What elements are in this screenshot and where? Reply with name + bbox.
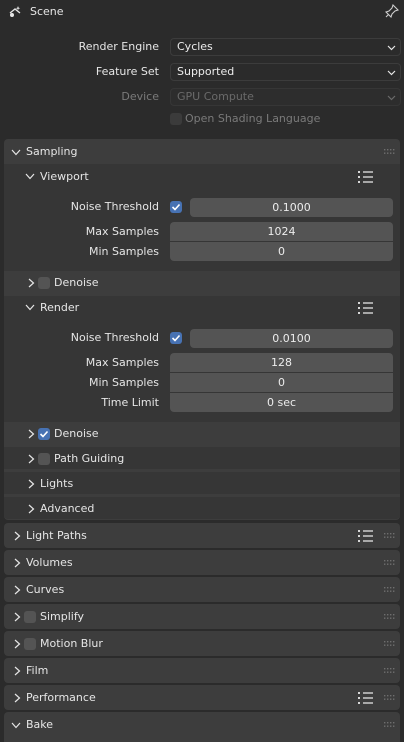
- drag-grip-icon[interactable]: [384, 668, 397, 674]
- chevron-right-icon[interactable]: [13, 558, 22, 568]
- render-engine-value: Cycles: [177, 40, 213, 53]
- motion-blur-title[interactable]: Motion Blur: [40, 631, 103, 656]
- viewport-min-samples-field[interactable]: 0: [170, 242, 393, 261]
- drag-grip-icon[interactable]: [384, 695, 397, 701]
- viewport-noise-threshold-checkbox[interactable]: [170, 201, 182, 213]
- drag-grip-icon[interactable]: [384, 560, 397, 566]
- drag-grip-icon[interactable]: [384, 149, 397, 155]
- chevron-right-icon[interactable]: [13, 639, 22, 649]
- chevron-down-icon[interactable]: [11, 721, 21, 730]
- bake-panel[interactable]: Bake: [4, 712, 400, 742]
- render-denoise-checkbox[interactable]: [38, 428, 50, 440]
- path-guiding-label[interactable]: Path Guiding: [54, 452, 124, 466]
- chevron-right-icon[interactable]: [13, 612, 22, 622]
- chevron-right-icon[interactable]: [27, 504, 36, 514]
- simplify-checkbox[interactable]: [24, 611, 36, 623]
- motion-blur-panel[interactable]: Motion Blur: [4, 631, 400, 656]
- lights-label[interactable]: Lights: [40, 477, 73, 491]
- simplify-panel[interactable]: Simplify: [4, 604, 400, 629]
- feature-set-dropdown[interactable]: Supported: [170, 63, 401, 81]
- render-denoise-label[interactable]: Denoise: [54, 427, 99, 441]
- chevron-right-icon[interactable]: [27, 278, 36, 288]
- render-noise-threshold-label: Noise Threshold: [70, 331, 159, 344]
- volumes-title[interactable]: Volumes: [26, 550, 73, 575]
- chevron-right-icon[interactable]: [27, 479, 36, 489]
- curves-title[interactable]: Curves: [26, 577, 64, 602]
- render-time-limit-field[interactable]: 0 sec: [170, 393, 393, 412]
- list-icon[interactable]: [358, 529, 374, 543]
- viewport-denoise-checkbox[interactable]: [38, 277, 50, 289]
- film-title[interactable]: Film: [26, 658, 48, 683]
- chevron-right-icon[interactable]: [27, 429, 36, 439]
- chevron-right-icon[interactable]: [13, 585, 22, 595]
- drag-grip-icon[interactable]: [384, 614, 397, 620]
- motion-blur-checkbox[interactable]: [24, 638, 36, 650]
- viewport-noise-threshold-label: Noise Threshold: [70, 200, 159, 213]
- render-title[interactable]: Render: [40, 295, 79, 320]
- feature-set-value: Supported: [177, 65, 235, 78]
- chevron-down-icon[interactable]: [25, 303, 35, 312]
- list-icon[interactable]: [358, 170, 374, 184]
- chevron-right-icon[interactable]: [13, 531, 22, 541]
- chevron-right-icon[interactable]: [27, 454, 36, 464]
- render-engine-dropdown[interactable]: Cycles: [170, 38, 401, 56]
- viewport-noise-threshold-field[interactable]: 0.1000: [190, 198, 393, 217]
- chevron-down-icon[interactable]: [11, 148, 21, 157]
- list-icon[interactable]: [358, 691, 374, 705]
- osl-checkbox[interactable]: [170, 113, 182, 125]
- curves-panel[interactable]: Curves: [4, 577, 400, 602]
- chevron-down-icon[interactable]: [25, 172, 35, 181]
- drag-grip-icon[interactable]: [384, 533, 397, 539]
- viewport-max-samples-label: Max Samples: [85, 225, 159, 238]
- bake-title[interactable]: Bake: [26, 712, 53, 737]
- performance-panel[interactable]: Performance: [4, 685, 400, 710]
- volumes-panel[interactable]: Volumes: [4, 550, 400, 575]
- render-noise-threshold-field[interactable]: 0.0100: [190, 329, 393, 348]
- device-value: GPU Compute: [177, 90, 254, 103]
- drag-grip-icon[interactable]: [384, 722, 397, 728]
- scene-icon: [7, 4, 23, 20]
- chevron-down-icon: [387, 43, 396, 52]
- viewport-max-samples-field[interactable]: 1024: [170, 222, 393, 241]
- list-icon[interactable]: [358, 301, 374, 315]
- drag-grip-icon[interactable]: [384, 587, 397, 593]
- device-label: Device: [121, 90, 159, 103]
- performance-title[interactable]: Performance: [26, 685, 96, 710]
- viewport-min-samples-label: Min Samples: [89, 245, 159, 258]
- osl-label: Open Shading Language: [185, 112, 321, 125]
- chevron-right-icon[interactable]: [13, 666, 22, 676]
- chevron-down-icon: [387, 93, 396, 102]
- render-engine-label: Render Engine: [78, 40, 159, 53]
- render-min-samples-label: Min Samples: [89, 376, 159, 389]
- advanced-label[interactable]: Advanced: [40, 502, 94, 516]
- render-max-samples-label: Max Samples: [85, 356, 159, 369]
- chevron-down-icon: [387, 68, 396, 77]
- render-noise-threshold-checkbox[interactable]: [170, 332, 182, 344]
- feature-set-label: Feature Set: [95, 65, 159, 78]
- light-paths-panel[interactable]: Light Paths: [4, 523, 400, 548]
- viewport-denoise-label[interactable]: Denoise: [54, 276, 99, 290]
- film-panel[interactable]: Film: [4, 658, 400, 683]
- render-time-limit-label: Time Limit: [101, 396, 159, 409]
- header-title: Scene: [30, 5, 64, 18]
- sampling-title[interactable]: Sampling: [26, 139, 78, 165]
- viewport-title[interactable]: Viewport: [40, 164, 89, 189]
- drag-grip-icon[interactable]: [384, 641, 397, 647]
- path-guiding-checkbox[interactable]: [38, 453, 50, 465]
- pin-icon[interactable]: [385, 4, 399, 18]
- device-dropdown[interactable]: GPU Compute: [170, 88, 401, 106]
- simplify-title[interactable]: Simplify: [40, 604, 84, 629]
- chevron-right-icon[interactable]: [13, 693, 22, 703]
- render-min-samples-field[interactable]: 0: [170, 373, 393, 392]
- light-paths-title[interactable]: Light Paths: [26, 523, 87, 548]
- render-max-samples-field[interactable]: 128: [170, 353, 393, 372]
